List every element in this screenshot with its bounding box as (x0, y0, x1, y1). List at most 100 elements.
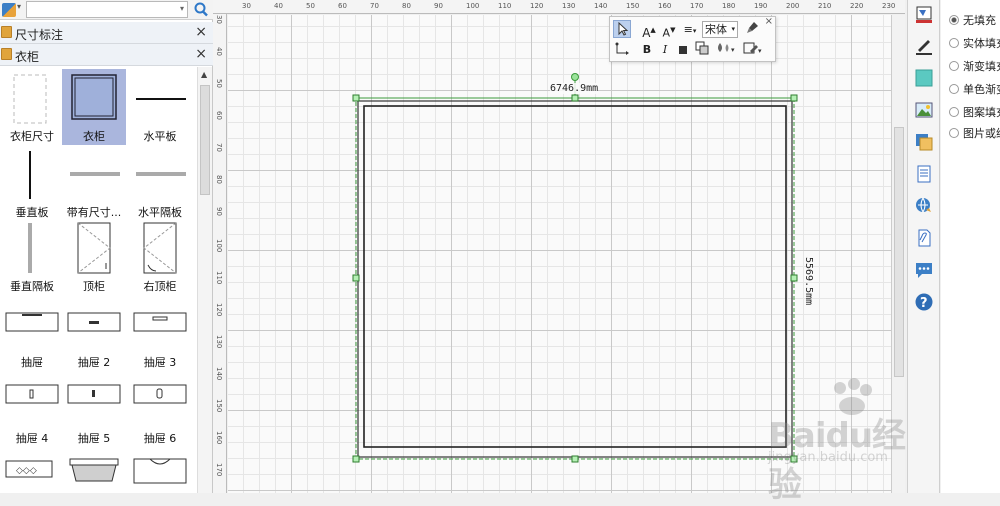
shape-drawer-6[interactable]: 抽屉 6 (128, 371, 192, 447)
shrink-font-button[interactable]: A▼ (660, 21, 678, 40)
line-icon[interactable] (914, 36, 934, 56)
ruler-tick-label: 40 (274, 2, 283, 10)
hyperlink-icon[interactable] (914, 196, 934, 216)
shape-dimensioned-board[interactable]: 带有尺寸... (62, 145, 126, 221)
shape-vertical-partition[interactable]: 垂直隔板 (0, 219, 64, 295)
font-select[interactable]: 宋体 ▾ (702, 21, 738, 38)
resize-handle (352, 94, 360, 102)
shape-wardrobe[interactable]: 衣柜 (62, 69, 126, 145)
category-icon (1, 26, 12, 38)
category-label: 衣柜 (15, 50, 40, 64)
radio-icon[interactable] (949, 38, 959, 48)
arrange-button[interactable] (694, 41, 710, 59)
radio-icon[interactable] (949, 61, 959, 71)
shape-drawer-3[interactable]: 抽屉 3 (128, 295, 192, 371)
scrollbar-thumb[interactable] (200, 85, 210, 195)
shape-horizontal-board[interactable]: 水平板 (128, 69, 192, 145)
ruler-tick-label: 80 (402, 2, 411, 10)
layers-icon[interactable] (914, 132, 934, 152)
ruler-tick-label: 180 (722, 2, 736, 10)
shape-right-top-cabinet[interactable]: 右顶柜 (128, 219, 192, 295)
ruler-tick-label: 220 (850, 2, 864, 10)
ruler-tick-label: 40 (215, 47, 223, 56)
ruler-tick-label: 120 (530, 2, 544, 10)
select-pointer-button[interactable] (613, 20, 631, 38)
shape-top-cabinet[interactable]: 顶柜 (62, 219, 126, 295)
search-icon[interactable] (192, 1, 210, 18)
close-icon[interactable]: × (195, 46, 207, 62)
shape-basket[interactable] (62, 447, 126, 493)
fill-option-mono-gradient[interactable]: 单色渐变填充 (949, 81, 1000, 97)
attachment-icon[interactable] (914, 228, 934, 248)
shape-drawer-2[interactable]: 抽屉 2 (62, 295, 126, 371)
shadow-icon[interactable] (914, 68, 934, 88)
chevron-down-icon[interactable]: ▾ (731, 22, 735, 37)
radio-icon[interactable] (949, 128, 959, 138)
fill-square-icon (679, 46, 687, 54)
fill-option-picture[interactable]: 图片或纹理填充 (949, 125, 1000, 141)
library-toolbar: ▾ ▾ (0, 0, 213, 20)
shape-label: 衣柜 (83, 130, 105, 143)
fill-option-label: 图片或纹理填充 (963, 127, 1000, 140)
ruler-tick-label: 30 (242, 2, 251, 10)
canvas-vertical-scrollbar[interactable] (891, 15, 905, 493)
shape-label: 垂直隔板 (10, 280, 54, 293)
drawing-canvas[interactable]: 6746.9mm 5569.5mm (228, 15, 891, 493)
shape-horizontal-partition[interactable]: 水平隔板 (128, 145, 192, 221)
fill-option-gradient[interactable]: 渐变填充 (949, 58, 1000, 74)
style-button[interactable]: ▾ (714, 41, 738, 59)
svg-text:▾: ▾ (731, 46, 735, 54)
shape-drawer-4[interactable]: 抽屉 4 (0, 371, 64, 447)
shape-drawer-5[interactable]: 抽屉 5 (62, 371, 126, 447)
shape-bin[interactable] (128, 447, 192, 493)
library-icon[interactable] (2, 3, 16, 17)
scrollbar-thumb[interactable] (894, 127, 904, 377)
ruler-tick-label: 100 (466, 2, 480, 10)
resize-handle (571, 94, 579, 102)
library-scrollbar[interactable]: ▲ (197, 67, 212, 493)
ruler-tick-label: 230 (882, 2, 896, 10)
italic-button[interactable]: I (658, 41, 672, 59)
comment-icon[interactable] (914, 260, 934, 280)
line-style-button[interactable]: ▾ (742, 41, 764, 59)
fill-option-solid[interactable]: 实体填充 (949, 35, 1000, 51)
resize-handle (352, 455, 360, 463)
radio-icon[interactable] (949, 107, 959, 117)
close-icon[interactable]: × (765, 16, 773, 27)
vertical-ruler: 30 40 50 60 70 80 90 100 110 120 130 140 150 160 170 (213, 14, 227, 493)
bold-button[interactable]: B (640, 41, 654, 59)
shape-label: 抽屉 6 (143, 432, 177, 445)
grow-font-button[interactable]: A▲ (640, 21, 658, 40)
fill-option-label: 无填充 (963, 14, 996, 27)
align-button[interactable]: ≡▾ (680, 21, 700, 39)
library-search-input[interactable]: ▾ (26, 1, 188, 18)
format-painter-button[interactable] (744, 21, 760, 39)
ruler-tick-label: 50 (306, 2, 315, 10)
chevron-down-icon[interactable]: ▾ (180, 4, 184, 13)
shape-vertical-board[interactable]: 垂直板 (0, 145, 64, 221)
scroll-up-icon[interactable]: ▲ (201, 70, 207, 79)
shape-wardrobe-dimension[interactable]: 衣柜尺寸 (0, 69, 64, 145)
rotate-handle (571, 73, 579, 81)
fill-option-none[interactable]: 无填充 (949, 12, 996, 28)
fill-option-pattern[interactable]: 图案填充 (949, 104, 1000, 120)
fill-icon[interactable] (914, 4, 934, 24)
help-icon[interactable]: ? (914, 292, 934, 312)
page-icon[interactable] (914, 164, 934, 184)
category-dimensioning[interactable]: 尺寸标注 × (0, 22, 213, 44)
ruler-tick-label: 120 (215, 303, 223, 317)
category-wardrobe[interactable]: 衣柜 × (0, 44, 213, 66)
close-icon[interactable]: × (195, 24, 207, 40)
fill-color-button[interactable] (676, 41, 690, 59)
shape-drawer-7[interactable]: ◇◇◇ (0, 447, 64, 493)
image-icon[interactable] (914, 100, 934, 120)
radio-checked-icon[interactable] (949, 15, 959, 25)
connector-button[interactable] (613, 41, 635, 59)
radio-icon[interactable] (949, 84, 959, 94)
svg-text:?: ? (920, 296, 928, 311)
library-dropdown-arrow-icon[interactable]: ▾ (17, 2, 21, 11)
shape-label: 水平隔板 (138, 206, 182, 219)
fill-option-label: 单色渐变填充 (963, 83, 1000, 96)
shape-drawer[interactable]: 抽屉 (0, 295, 64, 371)
shape-label: 衣柜尺寸 (10, 130, 54, 143)
